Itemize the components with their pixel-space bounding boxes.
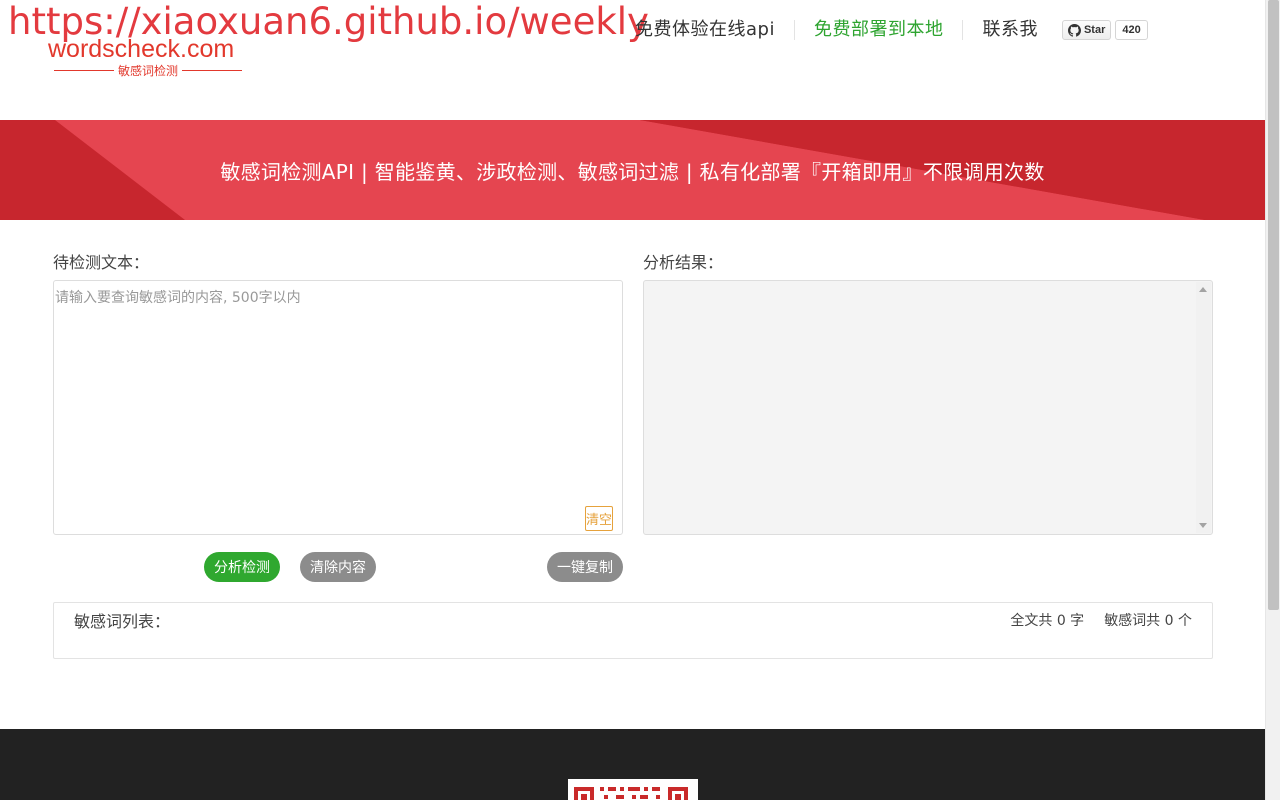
qr-code [568,779,698,800]
github-star-label: Star [1083,24,1106,36]
nav-online-api[interactable]: 免费体验在线api [616,20,795,40]
clear-content-button[interactable]: 清除内容 [300,552,376,582]
footer [0,729,1265,800]
hero-banner: 敏感词检测API | 智能鉴黄、涉政检测、敏感词过滤 | 私有化部署『开箱即用』… [0,120,1265,220]
github-star-count[interactable]: 420 [1115,20,1148,40]
top-nav: 免费体验在线api 免费部署到本地 联系我 Star 420 [616,16,1148,44]
github-star-button[interactable]: Star [1061,20,1112,40]
nav-deploy-local[interactable]: 免费部署到本地 [795,20,964,40]
logo-line-right [182,69,243,71]
github-star-widget: Star 420 [1061,20,1148,40]
page: https://xiaoxuan6.github.io/weekly words… [0,0,1280,800]
header: https://xiaoxuan6.github.io/weekly words… [0,0,1265,120]
sensitive-word-list: 敏感词列表： 全文共 0 字 敏感词共 0 个 [53,602,1213,659]
word-list-label: 敏感词列表： [74,612,171,631]
nav-contact[interactable]: 联系我 [963,20,1054,40]
total-char-count: 全文共 0 字 [1010,613,1085,629]
logo-subtitle: 敏感词检测 [54,62,243,78]
scroll-down-icon[interactable] [1199,523,1207,528]
clear-input-button[interactable]: 清空 [585,506,613,531]
github-icon [1067,23,1081,37]
input-label: 待检测文本： [53,253,150,272]
banner-title: 敏感词检测API | 智能鉴黄、涉政检测、敏感词过滤 | 私有化部署『开箱即用』… [220,159,1045,184]
result-panel [643,280,1213,535]
result-scrollbar[interactable] [1196,282,1211,533]
text-input[interactable] [54,281,622,534]
site-logo[interactable]: wordscheck.com [48,34,234,64]
word-stats: 全文共 0 字 敏感词共 0 个 [1010,610,1192,630]
logo-subtitle-text: 敏感词检测 [118,63,179,78]
page-scrollbar-thumb[interactable] [1268,0,1279,610]
page-scrollbar[interactable] [1265,0,1280,800]
scroll-up-icon[interactable] [1199,287,1207,292]
copy-button[interactable]: 一键复制 [547,552,623,582]
input-panel: 清空 [53,280,623,535]
logo-line-left [54,69,114,71]
analyze-button[interactable]: 分析检测 [204,552,280,582]
qr-code-image [574,787,688,800]
sensitive-word-count: 敏感词共 0 个 [1104,613,1192,629]
result-label: 分析结果： [643,253,724,272]
